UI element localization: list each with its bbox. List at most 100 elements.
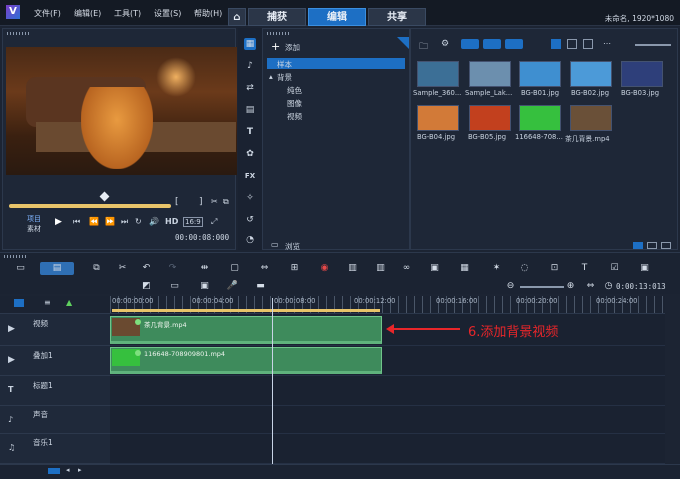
- video-clip[interactable]: 茶几背景.mp4: [110, 316, 382, 344]
- title-icon[interactable]: T: [244, 126, 256, 138]
- crop-icon[interactable]: ▢: [228, 262, 241, 275]
- clip-mode-label[interactable]: 素材: [27, 224, 41, 234]
- filter-video-icon[interactable]: [461, 39, 479, 49]
- tab-capture[interactable]: 捕获: [248, 8, 306, 26]
- speed-icon[interactable]: ◔: [244, 234, 256, 246]
- path-icon[interactable]: ↺: [244, 214, 256, 226]
- tab-share[interactable]: 共享: [368, 8, 426, 26]
- options-icon[interactable]: ⋯: [603, 39, 611, 48]
- multi-view-icon[interactable]: ▦: [458, 262, 471, 275]
- sort-icon[interactable]: [583, 39, 593, 49]
- copy-clip-icon[interactable]: ⧉: [90, 262, 103, 275]
- mark-in-icon[interactable]: [: [175, 197, 179, 207]
- menu-settings[interactable]: 设置(S): [154, 8, 181, 19]
- split-icon[interactable]: ⇔: [258, 262, 271, 275]
- menu-tools[interactable]: 工具(T): [114, 8, 141, 19]
- mix-icon[interactable]: ▥: [346, 262, 359, 275]
- library-footer-icon[interactable]: [633, 242, 643, 249]
- thumb-bg-b04[interactable]: [417, 105, 459, 131]
- thumb-bg-b05[interactable]: [469, 105, 511, 131]
- tree-item-video[interactable]: 视频: [287, 111, 302, 122]
- filter-audio-icon[interactable]: [505, 39, 523, 49]
- chapter-icon[interactable]: ≡: [44, 298, 51, 307]
- tab-edit[interactable]: 编辑: [308, 8, 366, 26]
- gear-icon[interactable]: ⚙: [441, 39, 449, 49]
- mask-icon[interactable]: ⊡: [548, 262, 561, 275]
- overlay-clip[interactable]: 116648-708909801.mp4: [110, 347, 382, 374]
- playhead[interactable]: [272, 298, 273, 464]
- track-manager-icon[interactable]: [14, 299, 24, 307]
- home-start-icon[interactable]: ⏮: [73, 217, 80, 227]
- tree-item-background[interactable]: 背景: [277, 72, 292, 83]
- repeat-icon[interactable]: ↻: [135, 217, 142, 226]
- volume-icon[interactable]: 🔊: [149, 217, 159, 226]
- sound-icon[interactable]: ▥: [374, 262, 387, 275]
- thumb-sample-360[interactable]: [417, 61, 459, 87]
- add-marker-icon[interactable]: ▲: [66, 298, 72, 307]
- aspect-icon[interactable]: 16:9: [183, 217, 203, 227]
- subtitle-icon[interactable]: ▣: [428, 262, 441, 275]
- fx-icon[interactable]: FX: [244, 170, 256, 182]
- row2-icon-3[interactable]: ▣: [198, 280, 211, 293]
- media-icon[interactable]: ▦: [244, 38, 256, 50]
- track-motion-icon[interactable]: ⊞: [288, 262, 301, 275]
- play-icon[interactable]: ▶: [55, 217, 62, 227]
- browse-icon[interactable]: ▭: [271, 240, 279, 249]
- graphics-icon[interactable]: ✿: [244, 148, 256, 160]
- thumb-tea-table[interactable]: [570, 105, 612, 131]
- grid-view-icon[interactable]: [551, 39, 561, 49]
- tab-home[interactable]: ⌂: [228, 8, 246, 26]
- clock-icon[interactable]: ◷: [602, 280, 615, 293]
- motion-icon[interactable]: ✧: [244, 192, 256, 204]
- browse-label[interactable]: 浏览: [285, 241, 300, 252]
- project-mode-label[interactable]: 项目: [27, 214, 41, 224]
- check-icon[interactable]: ☑: [608, 262, 621, 275]
- microphone-icon[interactable]: 🎤: [226, 280, 239, 293]
- tree-caret-icon[interactable]: ▴: [269, 72, 273, 81]
- export-icon[interactable]: ▣: [638, 262, 651, 275]
- magic-icon[interactable]: ✶: [490, 262, 503, 275]
- transition-icon[interactable]: ⇄: [244, 82, 256, 94]
- redo-icon[interactable]: ↷: [166, 262, 179, 275]
- track-row-title[interactable]: [110, 376, 665, 406]
- row2-icon-2[interactable]: ▭: [168, 280, 181, 293]
- storyboard-view-icon[interactable]: ▭: [14, 262, 27, 275]
- prev-frame-icon[interactable]: ⏪: [89, 217, 99, 226]
- row2-icon-1[interactable]: ◩: [140, 280, 153, 293]
- fit-icon[interactable]: ⇹: [198, 262, 211, 275]
- scroll-right-icon[interactable]: ▸: [78, 466, 82, 474]
- instant-project-icon[interactable]: ♪: [244, 60, 256, 72]
- filter-image-icon[interactable]: [483, 39, 501, 49]
- scrubber-track[interactable]: [9, 204, 171, 208]
- zoom-slider[interactable]: [520, 286, 564, 288]
- row2-icon-5[interactable]: ▬: [254, 280, 267, 293]
- enlarge-icon[interactable]: ⤢: [211, 217, 217, 227]
- footer-icon[interactable]: [48, 468, 60, 474]
- stabilize-icon[interactable]: ◌: [518, 262, 531, 275]
- zoom-in-icon[interactable]: ⊕: [564, 280, 577, 293]
- record-icon[interactable]: ◉: [318, 262, 331, 275]
- thumbnail-size-slider[interactable]: [635, 44, 671, 46]
- scroll-left-icon[interactable]: ◂: [66, 466, 70, 474]
- fit-project-icon[interactable]: ⇔: [584, 280, 597, 293]
- menu-edit[interactable]: 编辑(E): [74, 8, 101, 19]
- timeline-timecode[interactable]: 0:00:13:013: [616, 282, 666, 291]
- undo-icon[interactable]: ↶: [140, 262, 153, 275]
- thumb-bg-b01[interactable]: [519, 61, 561, 87]
- menu-file[interactable]: 文件(F): [34, 8, 61, 19]
- hd-toggle[interactable]: HD: [165, 217, 178, 226]
- title-icon-a[interactable]: ▤: [244, 104, 256, 116]
- timeline-view-icon[interactable]: ▤: [40, 262, 74, 275]
- mark-out-icon[interactable]: ]: [199, 197, 203, 207]
- copy-icon[interactable]: ⧉: [223, 197, 229, 207]
- menu-help[interactable]: 帮助(H): [194, 8, 222, 19]
- add-icon[interactable]: +: [271, 40, 280, 53]
- chain-icon[interactable]: ∞: [400, 262, 413, 275]
- list-view-icon[interactable]: [567, 39, 577, 49]
- text-tool-icon[interactable]: T: [578, 262, 591, 275]
- thumb-bg-b02[interactable]: [570, 61, 612, 87]
- tools-icon[interactable]: ✂: [116, 262, 129, 275]
- add-label[interactable]: 添加: [285, 42, 300, 53]
- tree-item-image[interactable]: 图像: [287, 98, 302, 109]
- cut-icon[interactable]: ✂: [211, 197, 218, 206]
